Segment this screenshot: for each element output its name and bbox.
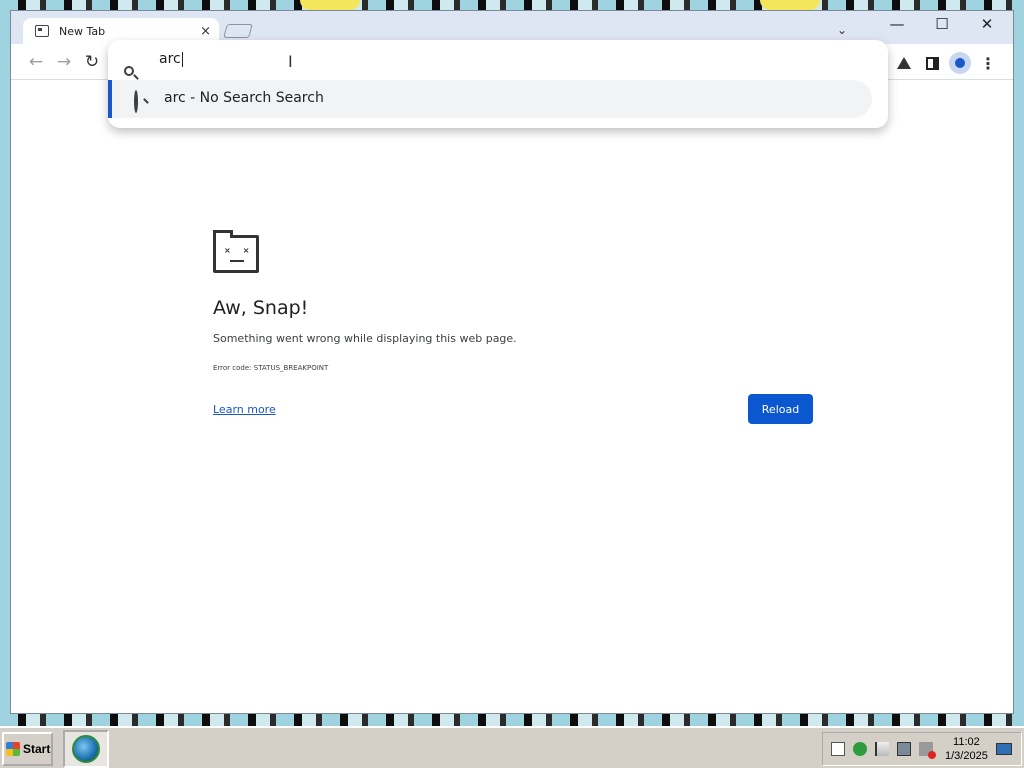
omnibox-input[interactable]: arc I xyxy=(108,40,888,78)
security-check-icon[interactable] xyxy=(853,742,867,756)
desktop-wallpaper-shape xyxy=(760,0,820,10)
network-icon[interactable] xyxy=(897,742,911,756)
reload-icon[interactable]: ↻ xyxy=(80,52,104,72)
error-code: Error code: STATUS_BREAKPOINT xyxy=(213,364,329,372)
start-button[interactable]: Start xyxy=(2,732,53,766)
flag-icon[interactable] xyxy=(875,742,889,756)
volume-muted-icon[interactable] xyxy=(919,742,936,759)
error-message: Something went wrong while displaying th… xyxy=(213,332,517,345)
tab-close-icon[interactable]: × xyxy=(200,24,211,39)
system-tray: 11:02 1/3/2025 xyxy=(822,732,1022,766)
close-window-button[interactable]: ✕ xyxy=(969,15,1005,33)
taskbar-browser-button[interactable] xyxy=(63,730,109,768)
desktop-wallpaper-shape xyxy=(300,0,360,10)
back-button[interactable]: ← xyxy=(24,52,48,72)
profile-avatar[interactable] xyxy=(949,52,971,74)
minimize-button[interactable]: — xyxy=(879,15,915,33)
side-panel-icon[interactable] xyxy=(921,52,943,74)
reload-button[interactable]: Reload xyxy=(748,394,813,424)
error-title: Aw, Snap! xyxy=(213,297,309,319)
error-page: ×× Aw, Snap! Something went wrong while … xyxy=(11,81,1013,713)
maximize-button[interactable]: ☐ xyxy=(924,15,960,33)
text-caret xyxy=(181,51,183,67)
forward-button[interactable]: → xyxy=(52,52,76,72)
search-icon xyxy=(134,90,138,113)
tab-search-chevron-icon[interactable]: ⌄ xyxy=(837,23,847,37)
document-icon[interactable] xyxy=(831,742,845,756)
omnibox-dropdown: arc I arc - No Search Search xyxy=(108,40,888,128)
clock[interactable]: 11:02 1/3/2025 xyxy=(945,735,988,763)
clock-date: 1/3/2025 xyxy=(945,750,988,762)
page-icon xyxy=(35,25,49,37)
windows-logo-icon xyxy=(6,742,20,756)
sad-tab-icon: ×× xyxy=(213,230,259,273)
labs-flask-icon[interactable] xyxy=(893,52,915,74)
tab-title: New Tab xyxy=(59,24,106,38)
clock-time: 11:02 xyxy=(953,736,980,748)
learn-more-link[interactable]: Learn more xyxy=(213,403,276,416)
browser-app-icon xyxy=(72,735,100,763)
start-label: Start xyxy=(23,742,51,756)
show-desktop-icon[interactable] xyxy=(995,743,1012,755)
taskbar: Start 11:02 1/3/2025 xyxy=(0,726,1024,768)
search-icon xyxy=(124,66,134,76)
browser-menu-icon[interactable]: ⋮ xyxy=(977,52,999,74)
ibeam-cursor-icon: I xyxy=(288,52,293,71)
new-tab-button[interactable] xyxy=(223,24,253,38)
omnibox-query-text: arc xyxy=(159,51,181,67)
suggestion-text: arc - No Search Search xyxy=(164,90,324,106)
omnibox-suggestion[interactable]: arc - No Search Search xyxy=(108,80,872,118)
